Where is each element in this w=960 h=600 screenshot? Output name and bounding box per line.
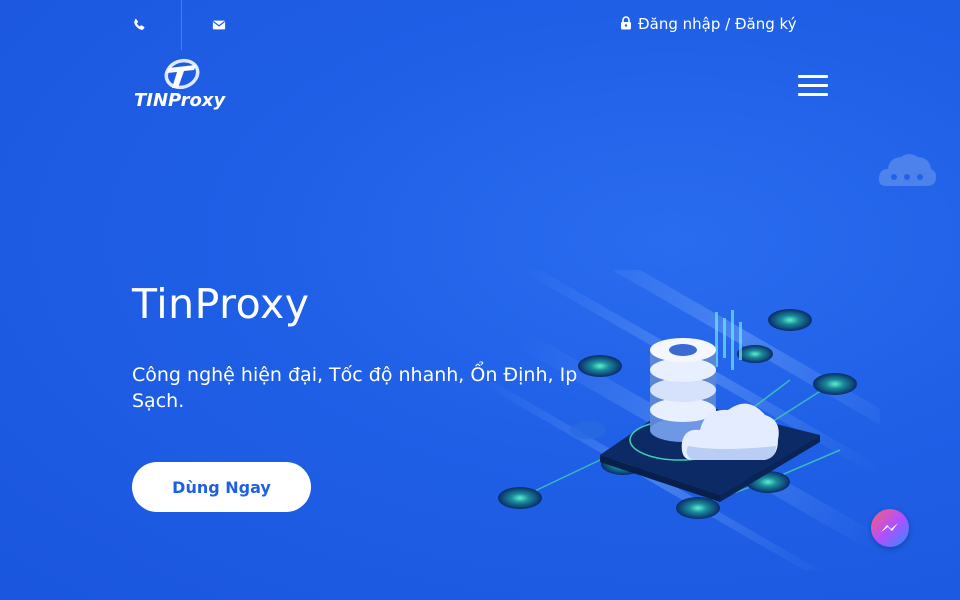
topbar-divider: [181, 0, 182, 50]
login-link[interactable]: Đăng nhập: [638, 15, 720, 33]
server-cloud-illustration: [480, 270, 880, 570]
mail-icon[interactable]: [212, 18, 226, 32]
hero-title: TinProxy: [132, 280, 310, 328]
lock-icon: [621, 16, 631, 30]
register-link[interactable]: Đăng ký: [735, 15, 797, 33]
use-now-button[interactable]: Dùng Ngay: [132, 462, 311, 512]
auth-links: Đăng nhập / Đăng ký: [620, 15, 797, 33]
phone-icon[interactable]: [132, 18, 146, 32]
cloud-decoration-icon: [878, 154, 937, 186]
messenger-icon[interactable]: [871, 509, 909, 547]
hamburger-menu-icon[interactable]: [798, 75, 828, 96]
auth-separator: /: [720, 15, 735, 33]
tinproxy-logo[interactable]: TINProxy: [132, 58, 232, 112]
logo-text: TINProxy: [134, 90, 227, 111]
top-bar: Đăng nhập / Đăng ký: [0, 0, 960, 50]
